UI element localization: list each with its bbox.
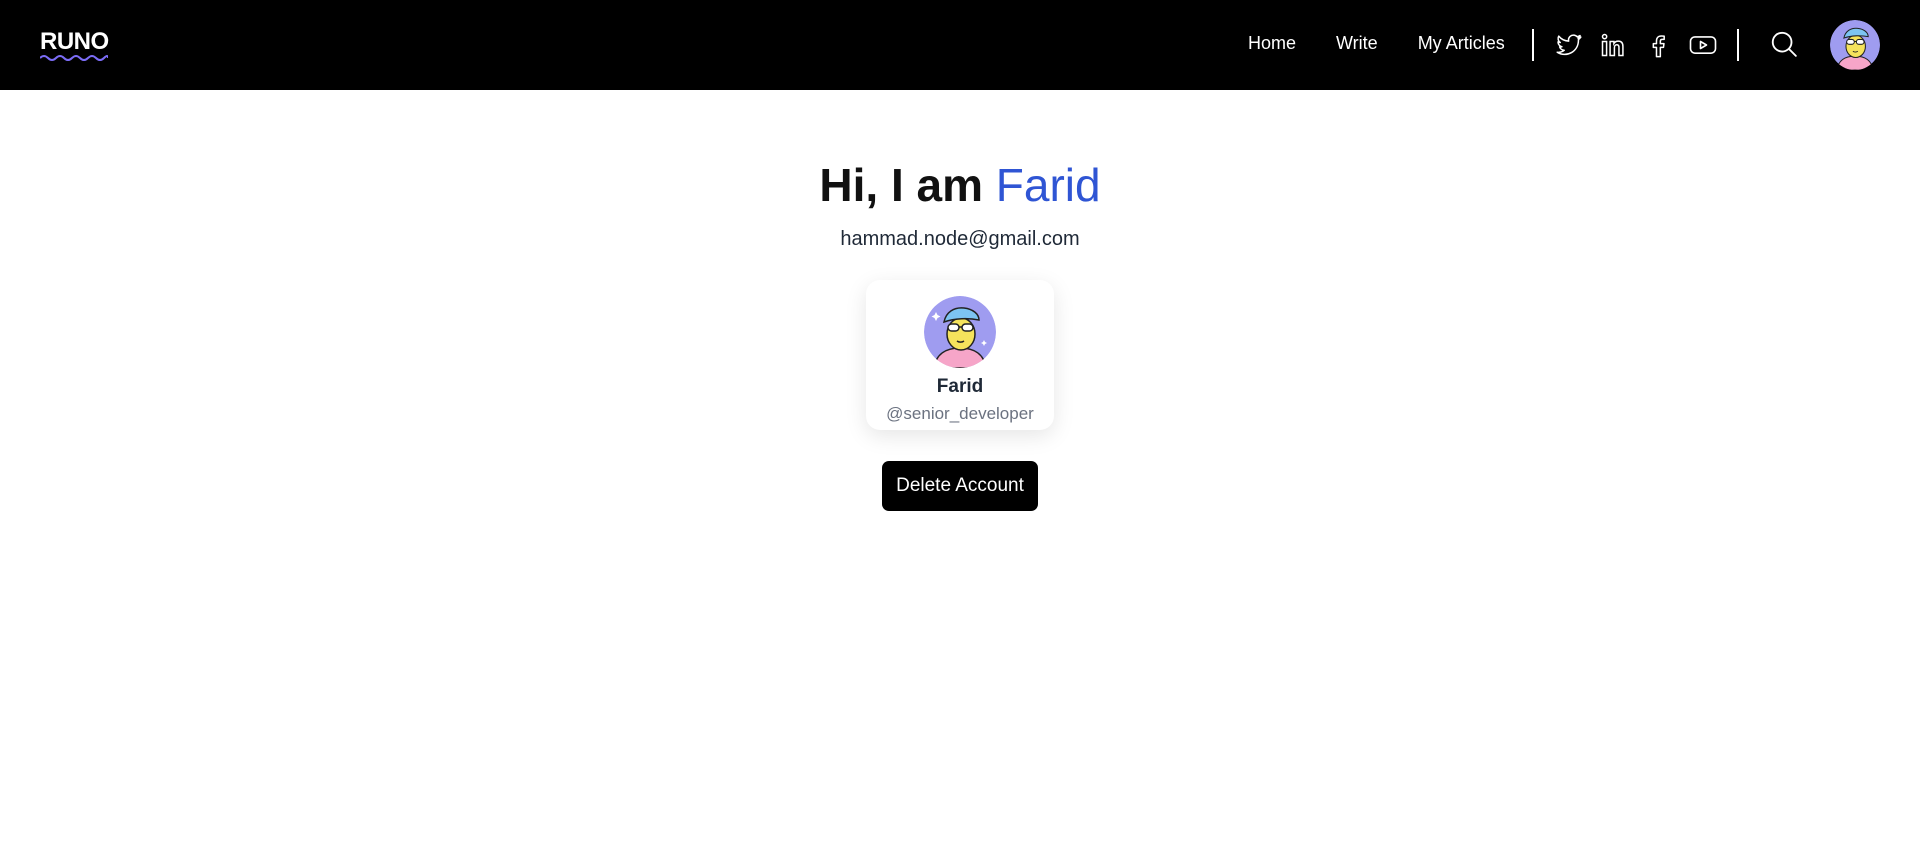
profile-avatar — [924, 296, 996, 368]
twitter-icon[interactable] — [1553, 29, 1585, 61]
profile-page: Hi, I am Farid hammad.node@gmail.com Far… — [0, 90, 1920, 868]
logo-wave-underline — [40, 55, 108, 61]
nav-divider-right — [1737, 29, 1739, 61]
youtube-icon[interactable] — [1687, 29, 1719, 61]
profile-card-handle: @senior_developer — [886, 404, 1034, 423]
user-email: hammad.node@gmail.com — [840, 228, 1080, 250]
delete-account-button[interactable]: Delete Account — [882, 461, 1038, 511]
nav-home-link[interactable]: Home — [1248, 33, 1296, 54]
profile-card: Farid @senior_developer — [866, 280, 1054, 430]
linkedin-icon[interactable] — [1597, 29, 1629, 61]
search-icon[interactable] — [1769, 29, 1801, 61]
top-navbar: RUNO Home Write My Articles — [0, 0, 1920, 90]
nav-write-link[interactable]: Write — [1336, 33, 1378, 54]
nav-divider-left — [1532, 29, 1534, 61]
logo[interactable]: RUNO — [40, 28, 109, 56]
user-avatar[interactable] — [1830, 20, 1880, 70]
facebook-icon[interactable] — [1642, 29, 1674, 61]
greeting-name: Farid — [995, 159, 1101, 211]
profile-card-name: Farid — [936, 376, 984, 397]
page-title: Hi, I am Farid — [0, 158, 1920, 212]
nav-links: Home Write My Articles — [1248, 33, 1545, 54]
nav-my-articles-link[interactable]: My Articles — [1418, 33, 1505, 54]
greeting-text: Hi, I am — [819, 159, 996, 211]
